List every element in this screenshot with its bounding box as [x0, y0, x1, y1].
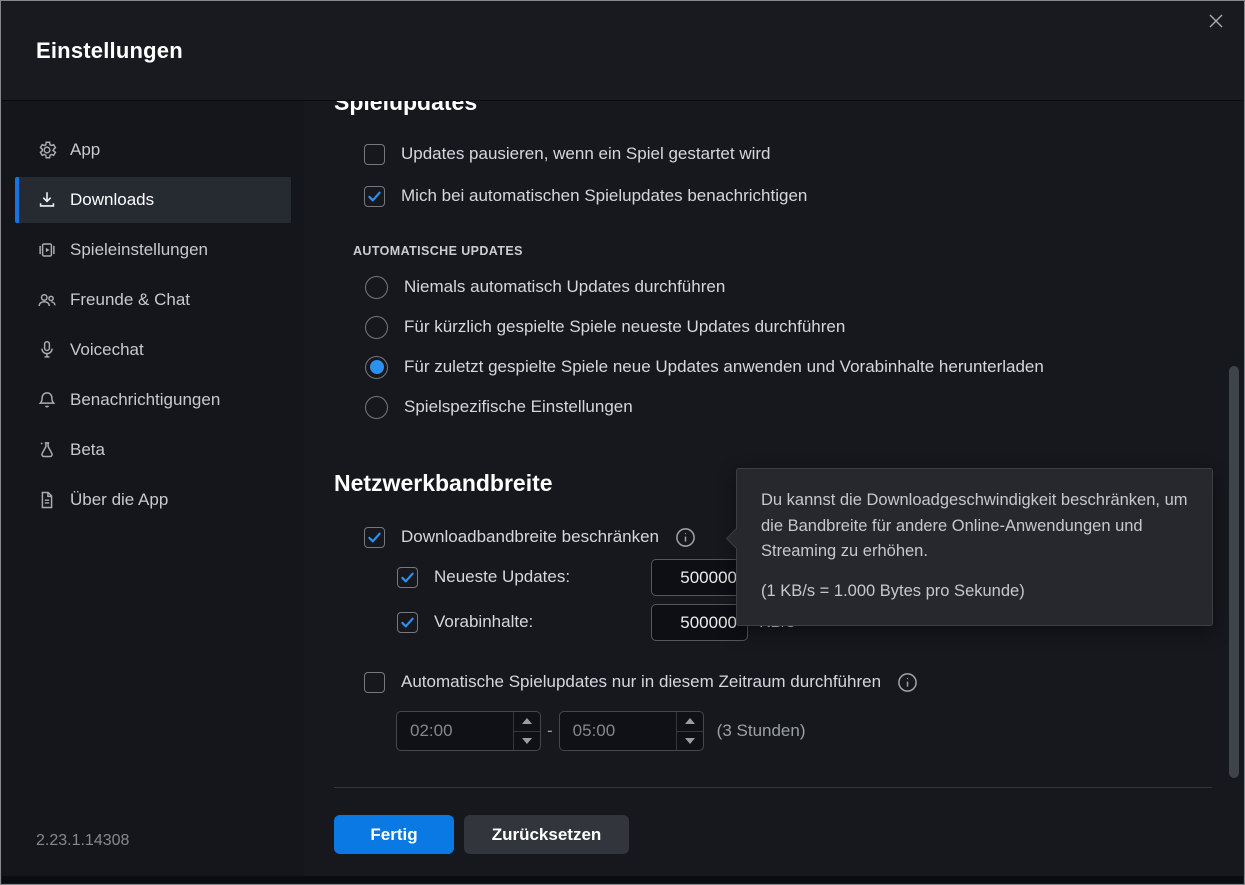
- tooltip-note: (1 KB/s = 1.000 Bytes pro Sekunde): [761, 581, 1025, 600]
- section-heading-game-updates: Spielupdates: [334, 101, 478, 115]
- sidebar-item-label: Spieleinstellungen: [70, 240, 208, 259]
- radio-row-game-specific: Spielspezifische Einstellungen: [365, 395, 633, 419]
- pause-updates-checkbox[interactable]: [364, 143, 385, 165]
- checkbox-label: Updates pausieren, wenn ein Spiel gestar…: [401, 144, 771, 163]
- friends-icon: [36, 289, 58, 311]
- radio-row-never: Niemals automatisch Updates durchführen: [365, 275, 725, 299]
- sidebar-item-about[interactable]: Über die App: [15, 477, 291, 523]
- radio-game-specific[interactable]: [365, 395, 388, 419]
- sidebar-item-label: Benachrichtigungen: [70, 390, 221, 409]
- sidebar-item-app[interactable]: App: [15, 127, 291, 173]
- checkbox-label: Mich bei automatischen Spielupdates bena…: [401, 186, 808, 205]
- tooltip-text: Du kannst die Downloadgeschwindigkeit be…: [761, 491, 1188, 561]
- bell-icon: [36, 389, 58, 411]
- sidebar-item-notifications[interactable]: Benachrichtigungen: [15, 377, 291, 423]
- sidebar-item-voicechat[interactable]: Voicechat: [15, 327, 291, 373]
- latest-updates-checkbox[interactable]: [397, 566, 418, 588]
- checkbox-row-preload: Vorabinhalte:: [397, 610, 533, 634]
- document-icon: [36, 489, 58, 511]
- schedule-updates-checkbox[interactable]: [364, 671, 385, 693]
- sidebar-item-label: Über die App: [70, 490, 169, 509]
- scrollbar-thumb[interactable]: [1229, 366, 1239, 778]
- time-to-value: 05:00: [572, 721, 616, 740]
- checkbox-row-limit-bandwidth: Downloadbandbreite beschränken: [364, 525, 696, 549]
- settings-content: Spielupdates Updates pausieren, wenn ein…: [304, 101, 1243, 876]
- sidebar: App Downloads Spieleinstellungen Freunde…: [2, 101, 304, 876]
- checkbox-row-notify-updates: Mich bei automatischen Spielupdates bena…: [364, 184, 807, 208]
- checkbox-label: Vorabinhalte:: [434, 612, 534, 631]
- checkbox-label: Neueste Updates:: [434, 567, 571, 586]
- notify-updates-checkbox[interactable]: [364, 185, 385, 207]
- spinner-up-icon[interactable]: [514, 712, 540, 731]
- sidebar-item-label: App: [70, 140, 101, 159]
- download-icon: [36, 189, 58, 211]
- sidebar-item-label: Downloads: [70, 190, 155, 209]
- settings-window: Einstellungen App Downloads Spieleinstel…: [0, 0, 1245, 885]
- preload-checkbox[interactable]: [397, 611, 418, 633]
- spinner-up-icon[interactable]: [677, 712, 703, 731]
- sidebar-item-label: Freunde & Chat: [70, 290, 191, 309]
- sidebar-item-beta[interactable]: Beta: [15, 427, 291, 473]
- checkbox-label: Automatische Spielupdates nur in diesem …: [401, 672, 882, 691]
- game-settings-icon: [36, 239, 58, 261]
- app-version: 2.23.1.14308: [36, 832, 130, 849]
- time-range-separator: -: [547, 721, 553, 740]
- microphone-icon: [36, 339, 58, 361]
- spinner-down-icon[interactable]: [676, 730, 703, 751]
- sidebar-item-game-settings[interactable]: Spieleinstellungen: [15, 227, 291, 273]
- radio-label: Für kürzlich gespielte Spiele neueste Up…: [404, 317, 846, 336]
- close-icon[interactable]: [1204, 9, 1228, 33]
- time-to-input[interactable]: 05:00: [558, 711, 704, 751]
- time-from-input[interactable]: 02:00: [396, 711, 541, 751]
- info-icon[interactable]: [675, 527, 696, 548]
- checkbox-row-schedule: Automatische Spielupdates nur in diesem …: [364, 670, 918, 694]
- radio-never-updates[interactable]: [365, 275, 388, 299]
- spinner-down-icon[interactable]: [514, 730, 540, 751]
- flask-icon: [36, 439, 58, 461]
- radio-recently-played[interactable]: [365, 315, 388, 339]
- time-from-spinner: [513, 712, 540, 750]
- checkbox-label: Downloadbandbreite beschränken: [401, 527, 660, 546]
- radio-row-last-played: Für zuletzt gespielte Spiele neue Update…: [365, 355, 1044, 379]
- schedule-duration-label: (3 Stunden): [716, 721, 806, 740]
- sidebar-item-label: Voicechat: [70, 340, 144, 359]
- sidebar-item-downloads[interactable]: Downloads: [15, 177, 291, 223]
- auto-updates-group-label: AUTOMATISCHE UPDATES: [353, 244, 523, 258]
- window-bottom-edge: [2, 876, 1243, 883]
- time-from-value: 02:00: [410, 721, 453, 740]
- radio-row-recently-played: Für kürzlich gespielte Spiele neueste Up…: [365, 315, 845, 339]
- title-bar: Einstellungen: [2, 2, 1243, 101]
- gear-icon: [36, 139, 58, 161]
- radio-label: Spielspezifische Einstellungen: [404, 397, 633, 416]
- tooltip-arrow: [725, 527, 748, 550]
- sidebar-item-label: Beta: [70, 440, 105, 459]
- section-heading-network-bandwidth: Netzwerkbandbreite: [334, 470, 553, 496]
- page-title: Einstellungen: [36, 38, 183, 63]
- radio-last-played[interactable]: [365, 355, 388, 379]
- limit-bandwidth-checkbox[interactable]: [364, 526, 385, 548]
- sidebar-nav: App Downloads Spieleinstellungen Freunde…: [2, 101, 304, 527]
- latest-updates-speed-input[interactable]: [651, 559, 748, 596]
- checkbox-row-pause-updates: Updates pausieren, wenn ein Spiel gestar…: [364, 142, 771, 166]
- done-button[interactable]: Fertig: [334, 815, 454, 854]
- reset-button[interactable]: Zurücksetzen: [464, 815, 629, 854]
- radio-label: Niemals automatisch Updates durchführen: [404, 277, 726, 296]
- info-icon[interactable]: [897, 672, 918, 693]
- checkbox-row-latest-updates: Neueste Updates:: [397, 565, 570, 589]
- footer-divider: [334, 787, 1212, 788]
- sidebar-item-friends-chat[interactable]: Freunde & Chat: [15, 277, 291, 323]
- radio-label: Für zuletzt gespielte Spiele neue Update…: [404, 357, 1044, 376]
- preload-speed-input[interactable]: [651, 604, 748, 641]
- schedule-time-range: 02:00 - 05:00 (3 Stunden): [396, 711, 806, 751]
- bandwidth-tooltip: Du kannst die Downloadgeschwindigkeit be…: [725, 468, 1213, 627]
- time-to-spinner: [675, 712, 703, 751]
